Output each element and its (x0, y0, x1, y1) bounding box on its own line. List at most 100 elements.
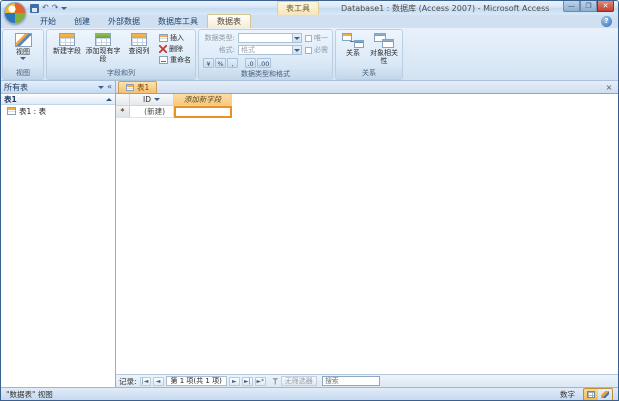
new-field-icon (59, 33, 75, 46)
nav-menu-icon[interactable] (98, 85, 105, 89)
next-record-icon[interactable]: ► (228, 376, 240, 386)
redo-icon[interactable]: ↷ (52, 3, 59, 13)
currency-format-button[interactable]: ¥ (203, 58, 214, 68)
relationships-button[interactable]: 关系 (338, 31, 368, 67)
status-bar: "数据表" 视图 数字 (1, 387, 618, 400)
datatype-combobox[interactable] (238, 33, 302, 43)
document-tab-table1[interactable]: 表1 (118, 81, 158, 93)
numlock-indicator: 数字 (560, 389, 575, 399)
delete-icon (159, 45, 167, 53)
contextual-tab-group-label: 表工具 (277, 1, 319, 15)
format-dropdown-icon[interactable] (292, 46, 301, 54)
add-existing-fields-button[interactable]: 添加现有字段 (85, 31, 121, 67)
undo-icon[interactable]: ↶ (42, 3, 49, 13)
search-input[interactable] (321, 376, 380, 386)
record-position: 第 1 项(共 1 项) (165, 376, 227, 386)
maximize-button[interactable]: ❐ (580, 1, 597, 12)
datatype-dropdown-icon[interactable] (292, 34, 301, 42)
no-filter-button[interactable]: 无筛选器 (280, 376, 317, 386)
select-all-corner[interactable] (116, 94, 130, 106)
ribbon-tab-home[interactable]: 开始 (31, 15, 65, 28)
object-dependencies-button[interactable]: 对象相关性 (368, 31, 400, 67)
document-close-icon[interactable]: × (604, 83, 614, 93)
ribbon-group-datatype-format: 数据类型: 唯一 格式: 格式 必需 ¥ % , .0 .00 数据类型和格式 (198, 29, 333, 80)
ribbon-tab-database-tools[interactable]: 数据库工具 (149, 15, 207, 28)
ribbon-tab-create[interactable]: 创建 (65, 15, 99, 28)
document-tab-bar: 表1 × (116, 81, 618, 94)
new-field-button[interactable]: 新建字段 (49, 31, 85, 67)
unique-checkbox[interactable] (305, 34, 312, 42)
new-record-icon[interactable]: ►* (254, 376, 266, 386)
percent-format-button[interactable]: % (215, 58, 226, 68)
active-cell[interactable] (174, 106, 232, 118)
navigation-pane: 所有表 « 表1 表1 : 表 (1, 81, 116, 387)
nav-group-header[interactable]: 表1 (1, 94, 115, 105)
ribbon-tab-bar: 开始 创建 外部数据 数据库工具 数据表 ? (1, 14, 618, 28)
titlebar: ↶ ↷ 表工具 Database1 : 数据库 (Access 2007) - … (1, 1, 618, 24)
window-title: Database1 : 数据库 (Access 2007) - Microsof… (341, 4, 550, 13)
navigation-pane-header[interactable]: 所有表 « (1, 81, 115, 94)
record-label: 记录: (119, 376, 137, 386)
group-label-datatype-format: 数据类型和格式 (199, 69, 332, 80)
access-window: ↶ ↷ 表工具 Database1 : 数据库 (Access 2007) - … (0, 0, 619, 401)
unique-checkbox-row: 唯一 (305, 33, 328, 43)
table-row: * (新建) (116, 106, 618, 118)
column-header-id[interactable]: ID (130, 94, 174, 106)
design-view-button[interactable] (598, 388, 612, 400)
datasheet-view-button[interactable] (584, 388, 598, 400)
close-button[interactable]: ✕ (597, 1, 614, 12)
required-checkbox-row: 必需 (305, 45, 328, 55)
ribbon-tab-datasheet[interactable]: 数据表 (207, 14, 251, 28)
datatype-label: 数据类型: (204, 34, 235, 42)
nav-item-table1[interactable]: 表1 : 表 (1, 105, 115, 117)
group-collapse-icon[interactable] (106, 97, 112, 101)
view-button[interactable]: 视图 (5, 31, 41, 67)
decrease-decimals-button[interactable]: .00 (257, 58, 272, 68)
last-record-icon[interactable]: ►| (241, 376, 253, 386)
comma-format-button[interactable]: , (227, 58, 238, 68)
quick-access-toolbar: ↶ ↷ (30, 2, 68, 14)
nav-pane-title: 所有表 (4, 82, 28, 92)
record-selector[interactable]: * (116, 106, 130, 118)
format-combobox[interactable]: 格式 (238, 45, 302, 55)
group-label-views: 视图 (3, 68, 43, 79)
add-existing-fields-icon (95, 33, 111, 46)
office-button[interactable] (4, 2, 26, 24)
ribbon-tab-external-data[interactable]: 外部数据 (99, 15, 149, 28)
ribbon-group-relationships: 关系 对象相关性 关系 (335, 29, 403, 80)
main-area: 所有表 « 表1 表1 : 表 表1 × ID 添加新字段 * (新建) 记录:… (1, 81, 618, 387)
increase-decimals-button[interactable]: .0 (245, 58, 256, 68)
lookup-column-icon (131, 33, 147, 46)
required-checkbox[interactable] (305, 46, 312, 54)
record-navigation-bar: 记录: |◄ ◄ 第 1 项(共 1 项) ► ►| ►* 无筛选器 (116, 374, 618, 387)
ribbon-group-views: 视图 视图 (2, 29, 44, 80)
window-controls: — ❐ ✕ (563, 1, 614, 12)
cell-id-new[interactable]: (新建) (130, 106, 174, 118)
datasheet: ID 添加新字段 * (新建) (116, 94, 618, 374)
view-dropdown-icon[interactable] (20, 57, 26, 61)
save-icon[interactable] (30, 3, 39, 13)
object-dependencies-icon (374, 33, 394, 48)
filter-icon (271, 377, 279, 385)
column-header-add-new-field[interactable]: 添加新字段 (174, 94, 232, 106)
format-label: 格式: (218, 46, 235, 54)
delete-column-button[interactable]: 删除 (157, 44, 193, 54)
shutter-close-icon[interactable]: « (107, 82, 112, 92)
first-record-icon[interactable]: |◄ (139, 376, 151, 386)
document-area: 表1 × ID 添加新字段 * (新建) 记录: |◄ ◄ 第 1 项(共 1 … (116, 81, 618, 387)
column-dropdown-icon[interactable] (154, 98, 160, 101)
qat-customize-icon[interactable] (61, 6, 68, 10)
lookup-column-button[interactable]: 查阅列 (121, 31, 157, 67)
ribbon-group-fields-columns: 新建字段 添加现有字段 查阅列 插入 删除 重命名 字段和列 (46, 29, 196, 80)
insert-column-button[interactable]: 插入 (157, 33, 193, 43)
help-icon[interactable]: ? (601, 16, 612, 27)
design-view-icon (601, 390, 609, 398)
minimize-button[interactable]: — (563, 1, 580, 12)
view-icon (14, 33, 32, 47)
group-label-relationships: 关系 (336, 68, 402, 79)
rename-column-button[interactable]: 重命名 (157, 55, 193, 65)
view-status-text: "数据表" 视图 (6, 389, 53, 399)
table-icon (7, 107, 16, 115)
previous-record-icon[interactable]: ◄ (152, 376, 164, 386)
datasheet-header-row: ID 添加新字段 (116, 94, 618, 106)
